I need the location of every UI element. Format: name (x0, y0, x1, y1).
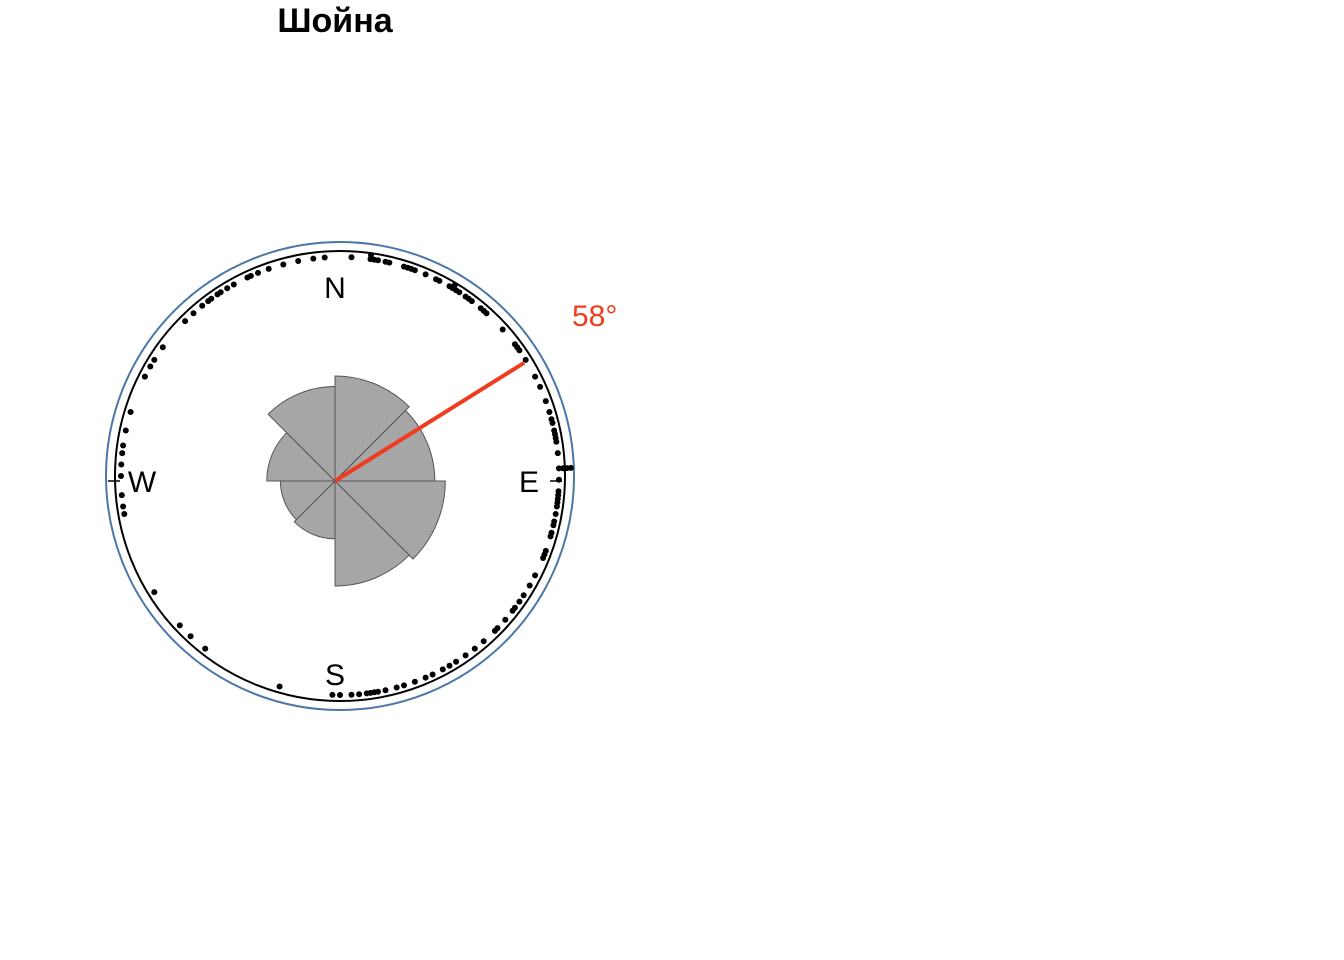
observation-point (151, 356, 158, 363)
observation-point (255, 269, 261, 276)
observation-point (549, 420, 556, 426)
observation-point (356, 691, 363, 698)
observation-point (453, 658, 460, 665)
observation-point (451, 281, 458, 288)
observation-point (532, 572, 539, 579)
observation-point (553, 503, 560, 510)
observation-point (118, 461, 125, 468)
observation-point (462, 652, 469, 659)
observation-point (363, 690, 370, 697)
observation-point (422, 271, 429, 278)
observation-point (552, 511, 559, 517)
direction-label-n: N (324, 272, 346, 305)
observation-point (382, 687, 389, 694)
observation-point (159, 344, 166, 351)
observation-point (547, 533, 554, 540)
observation-point (176, 622, 183, 629)
observation-point (439, 666, 446, 673)
observation-point (468, 298, 475, 305)
observation-point (348, 691, 355, 698)
observation-point (375, 257, 381, 264)
observation-point (546, 409, 553, 415)
observation-point (436, 277, 443, 284)
observation-point (199, 302, 206, 309)
observation-point (554, 450, 561, 457)
rose-diagram (266, 375, 446, 587)
observation-point (422, 674, 429, 681)
observation-point (526, 582, 533, 589)
observation-point (310, 255, 317, 262)
observation-point (509, 607, 516, 614)
observation-point (483, 310, 490, 317)
observation-point (321, 254, 328, 261)
observation-point (202, 645, 209, 652)
observation-point (429, 671, 436, 678)
observation-point (280, 261, 287, 268)
observation-point (118, 492, 125, 499)
observation-point (542, 398, 549, 405)
observation-point (520, 592, 527, 599)
direction-label-s: S (325, 659, 345, 692)
observation-point (217, 289, 224, 296)
observation-point (141, 373, 148, 380)
observation-point (456, 289, 463, 296)
observation-point (120, 503, 127, 510)
observation-point (337, 692, 343, 698)
observation-point (516, 347, 523, 354)
observation-point (230, 281, 237, 288)
observation-point (187, 633, 194, 640)
observation-point (537, 383, 544, 390)
observation-point (411, 267, 418, 274)
observation-point (190, 310, 197, 317)
observation-point (471, 645, 478, 652)
circular-plot: N E S W 58° (105, 241, 617, 711)
observation-point (553, 438, 560, 445)
observation-point (182, 318, 189, 325)
observation-point (208, 295, 215, 302)
observation-point (224, 285, 231, 292)
observation-point (499, 326, 506, 333)
mean-angle-label: 58° (572, 300, 617, 333)
observation-point (491, 627, 498, 634)
observation-point (348, 254, 355, 261)
observation-point (556, 476, 562, 483)
observation-point (151, 589, 158, 596)
observation-point (516, 598, 523, 605)
observation-point (411, 678, 418, 685)
observation-point (446, 662, 453, 669)
direction-label-e: E (519, 466, 539, 499)
observation-point (118, 473, 124, 479)
observation-point (550, 522, 557, 529)
observation-point (265, 265, 272, 272)
observation-point (276, 683, 283, 690)
observation-point (247, 272, 254, 279)
observation-point (127, 409, 134, 415)
observation-point (532, 373, 539, 380)
observation-point (329, 691, 336, 698)
observation-point (122, 427, 129, 434)
observation-point (393, 684, 400, 691)
observation-point (147, 363, 154, 370)
observation-point (120, 442, 127, 449)
observation-point (502, 616, 509, 623)
direction-label-w: W (128, 466, 157, 499)
observation-point (540, 555, 547, 561)
observation-point (522, 356, 529, 363)
observation-point (119, 450, 126, 457)
observation-point (567, 464, 574, 471)
observation-point (295, 258, 302, 264)
observation-point (480, 638, 487, 645)
observation-point (386, 259, 393, 266)
observation-point (121, 511, 128, 517)
observation-point (401, 682, 407, 689)
